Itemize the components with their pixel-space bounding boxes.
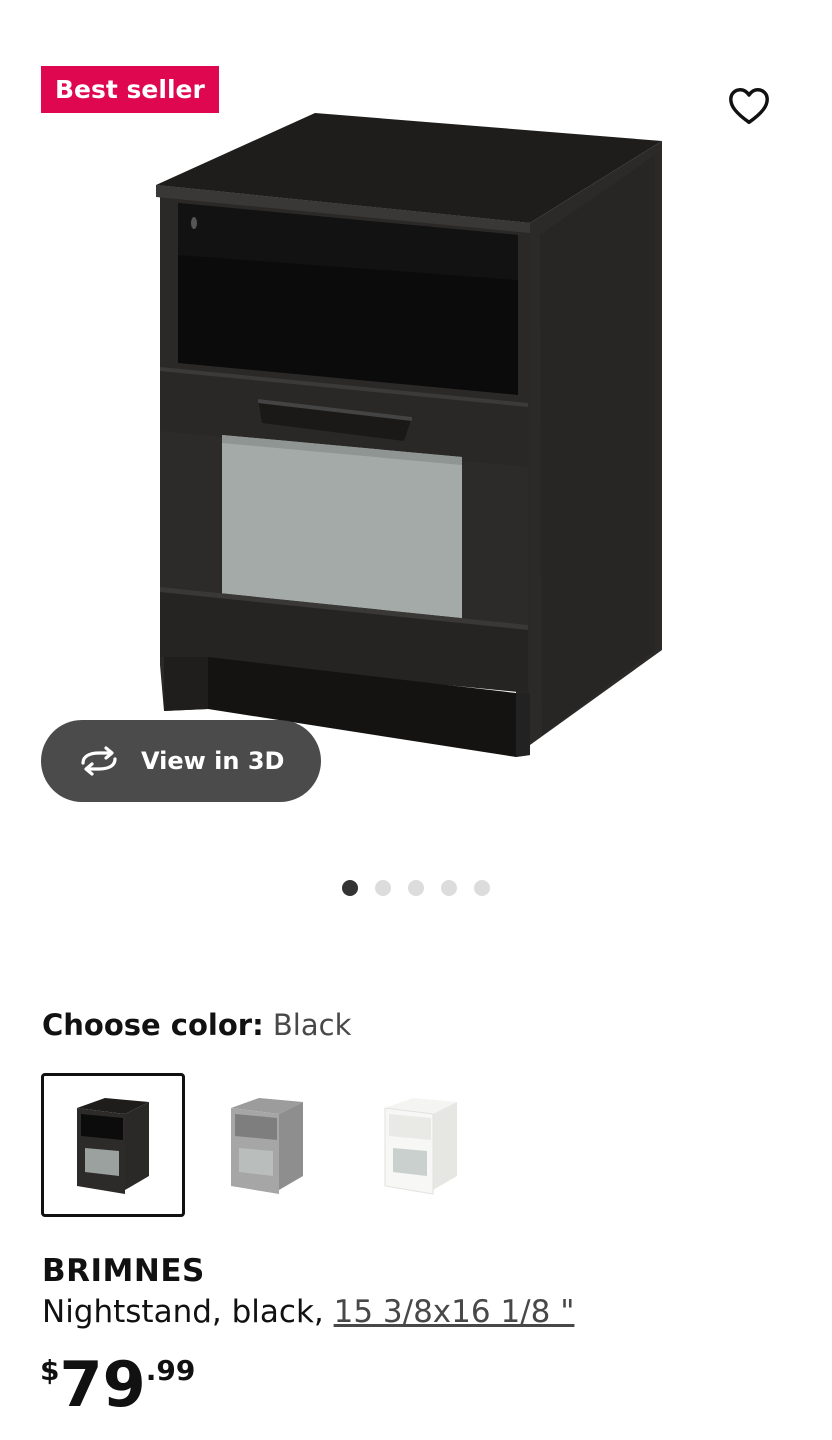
- product-measurement-link[interactable]: 15 3/8x16 1/8 ": [334, 1294, 575, 1330]
- swatch-gray[interactable]: [195, 1073, 339, 1217]
- product-price: $79.99: [40, 1350, 195, 1420]
- color-picker-label: Choose color:: [42, 1008, 264, 1042]
- carousel-dot[interactable]: [342, 880, 358, 896]
- carousel-dot[interactable]: [408, 880, 424, 896]
- color-picker-heading: Choose color: Black: [42, 1008, 351, 1042]
- price-integer: 79: [59, 1348, 146, 1421]
- carousel-dot[interactable]: [441, 880, 457, 896]
- swatch-white[interactable]: [349, 1073, 493, 1217]
- price-decimal: .99: [145, 1354, 196, 1387]
- swatch-black[interactable]: [41, 1073, 185, 1217]
- view-in-3d-button[interactable]: View in 3D: [41, 720, 321, 802]
- carousel-dot[interactable]: [474, 880, 490, 896]
- favorite-button[interactable]: [726, 84, 772, 130]
- view-in-3d-label: View in 3D: [141, 747, 285, 775]
- selected-color-value: Black: [272, 1008, 352, 1042]
- product-name: BRIMNES: [42, 1253, 205, 1289]
- white-variant-thumbnail: [384, 1098, 457, 1195]
- rotate-3d-icon: [81, 746, 117, 776]
- price-currency: $: [40, 1354, 60, 1387]
- carousel-dot[interactable]: [375, 880, 391, 896]
- heart-outline-icon: [729, 88, 769, 125]
- carousel-indicator: [0, 880, 832, 896]
- black-variant-thumbnail: [77, 1098, 149, 1194]
- product-image: [156, 113, 662, 757]
- product-description: Nightstand, black, 15 3/8x16 1/8 ": [42, 1294, 574, 1330]
- color-swatches: [41, 1073, 503, 1217]
- gray-variant-thumbnail: [231, 1098, 303, 1194]
- product-type: Nightstand, black,: [42, 1294, 334, 1330]
- product-gallery[interactable]: Best seller View in 3D: [0, 0, 832, 860]
